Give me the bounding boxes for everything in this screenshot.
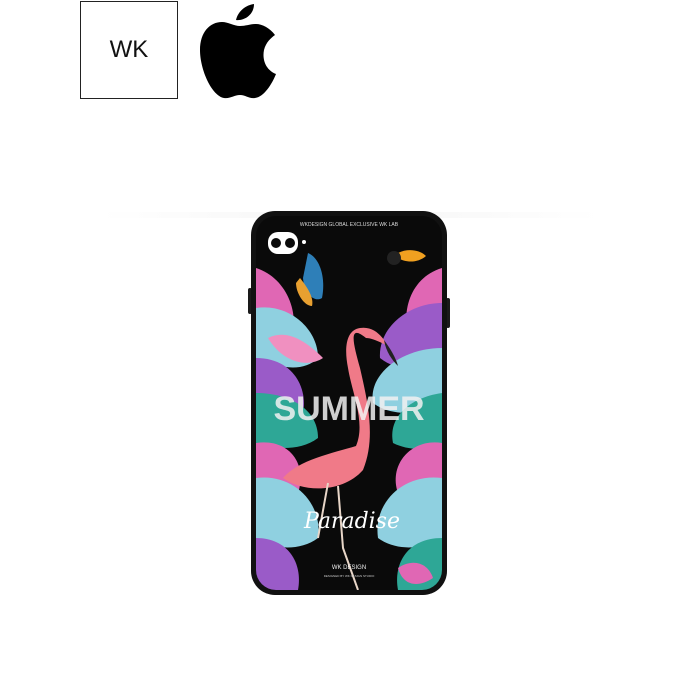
- case-bottom-small-text: DESIGNED BY WK DESIGN STUDIO: [324, 574, 375, 578]
- brand-logo-box: WK: [80, 1, 178, 99]
- phone-case-image: WKDESIGN GLOBAL EXCLUSIVE WK LAB SUMMER …: [248, 211, 450, 595]
- brand-label: WK: [109, 36, 149, 63]
- case-top-text: WKDESIGN GLOBAL EXCLUSIVE WK LAB: [300, 222, 399, 228]
- case-headline: SUMMER: [273, 390, 424, 428]
- apple-logo-icon: [200, 4, 276, 99]
- case-script-text: Paradise: [303, 509, 400, 534]
- case-bottom-brand: WK DESIGN: [332, 565, 366, 571]
